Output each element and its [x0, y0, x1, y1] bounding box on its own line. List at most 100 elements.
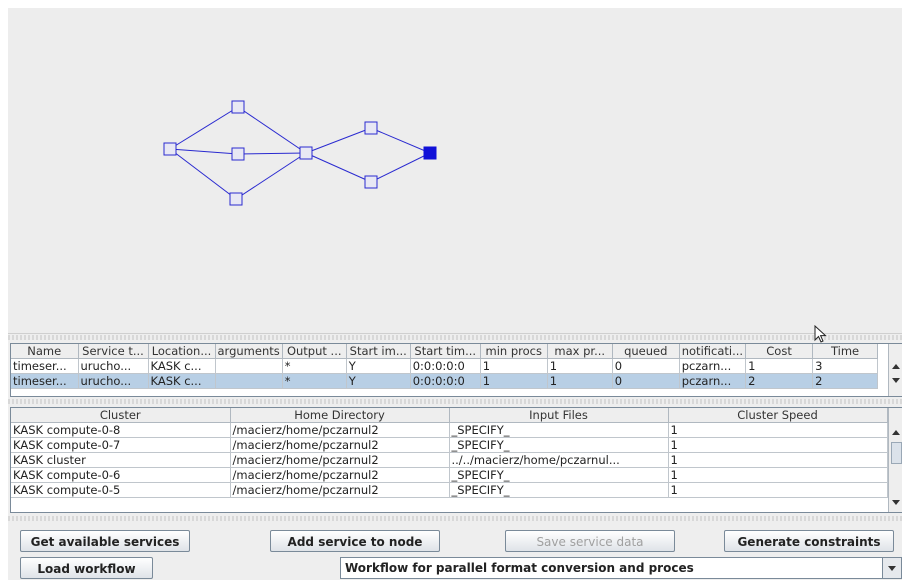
column-header[interactable]: Home Directory [230, 408, 450, 423]
workflow-node-start[interactable] [163, 142, 177, 156]
table-cell[interactable]: Y [346, 373, 411, 389]
table-cell[interactable]: 0:0:0:0:0 [410, 373, 481, 389]
workflow-node-merge[interactable] [299, 146, 313, 160]
table-cell[interactable]: 2 [745, 373, 814, 389]
table-cell[interactable]: 0 [612, 358, 680, 374]
workflow-select-value: Workflow for parallel format conversion … [345, 561, 694, 575]
table-cell[interactable]: pczarn... [679, 373, 747, 389]
table-cell[interactable]: 1 [480, 373, 548, 389]
workflow-select[interactable]: Workflow for parallel format conversion … [340, 557, 902, 579]
splitter-handle[interactable] [8, 335, 902, 340]
workflow-graph-canvas[interactable] [8, 8, 902, 334]
splitter-handle-3[interactable] [8, 516, 902, 521]
column-header[interactable]: queued [612, 344, 680, 359]
table-cell[interactable]: _SPECIFY_ [449, 467, 669, 483]
column-header[interactable]: max pr... [547, 344, 613, 359]
services-scrollbar[interactable] [888, 344, 902, 396]
table-cell[interactable]: 0 [612, 373, 680, 389]
generate-constraints-button[interactable]: Generate constraints [724, 530, 894, 552]
column-header[interactable]: Start tim... [410, 344, 481, 359]
table-cell[interactable]: 1 [668, 437, 888, 453]
column-header[interactable]: notificati... [679, 344, 747, 359]
table-cell[interactable]: 1 [668, 422, 888, 438]
table-cell[interactable]: KASK c... [148, 373, 216, 389]
save-service-data-button[interactable]: Save service data [505, 530, 675, 552]
column-header[interactable]: Service t... [78, 344, 149, 359]
table-cell[interactable]: * [282, 373, 347, 389]
table-row[interactable]: timeser... urucho... KASK c... * Y 0:0:0:0:0 1… [11, 358, 879, 374]
get-available-services-button[interactable]: Get available services [20, 530, 190, 552]
table-cell[interactable]: /macierz/home/pczarnul2 [230, 452, 450, 468]
workflow-node-branch-upper[interactable] [364, 121, 378, 135]
chevron-down-icon[interactable] [882, 558, 901, 578]
scroll-thumb[interactable] [891, 442, 902, 464]
load-workflow-button[interactable]: Load workflow [20, 557, 153, 579]
table-row[interactable]: KASK cluster/macierz/home/pczarnul2 ../..… [11, 452, 888, 468]
add-service-to-node-button[interactable]: Add service to node [270, 530, 440, 552]
column-header[interactable]: Time [812, 344, 879, 359]
table-cell[interactable]: pczarn... [679, 358, 747, 374]
table-cell[interactable]: timeser... [11, 373, 79, 389]
table-cell[interactable]: 1 [547, 358, 613, 374]
workflow-node-middle[interactable] [231, 147, 245, 161]
table-cell[interactable]: 2 [812, 373, 879, 389]
table-cell[interactable]: ../../macierz/home/pczarnul... [449, 452, 669, 468]
column-header[interactable]: Cluster Speed [668, 408, 888, 423]
workflow-node-lower[interactable] [229, 192, 243, 206]
table-cell[interactable]: Y [346, 358, 411, 374]
table-cell[interactable]: urucho... [78, 373, 149, 389]
table-cell[interactable]: 1 [480, 358, 548, 374]
table-cell[interactable]: timeser... [11, 358, 79, 374]
workflow-node-upper[interactable] [231, 100, 245, 114]
scroll-up-icon[interactable] [892, 364, 900, 369]
column-header[interactable]: Cluster [11, 408, 231, 423]
column-header[interactable]: min procs [480, 344, 548, 359]
table-row[interactable]: KASK compute-0-7/macierz/home/pczarnul2 _… [11, 437, 888, 453]
clusters-scrollbar[interactable] [888, 408, 902, 512]
table-row[interactable]: KASK compute-0-5/macierz/home/pczarnul2 _… [11, 482, 888, 498]
table-cell[interactable]: KASK compute-0-8 [11, 422, 231, 438]
table-cell[interactable]: /macierz/home/pczarnul2 [230, 437, 450, 453]
column-header[interactable]: Name [11, 344, 79, 359]
table-cell[interactable]: 1 [547, 373, 613, 389]
table-cell[interactable]: KASK compute-0-7 [11, 437, 231, 453]
workflow-node-end[interactable] [423, 146, 437, 160]
column-header[interactable]: Cost [745, 344, 814, 359]
table-cell[interactable] [215, 358, 283, 374]
table-cell[interactable]: 1 [668, 482, 888, 498]
scroll-up-icon[interactable] [892, 430, 900, 435]
table-cell[interactable]: 3 [812, 358, 879, 374]
table-cell[interactable]: /macierz/home/pczarnul2 [230, 422, 450, 438]
table-cell[interactable]: KASK compute-0-5 [11, 482, 231, 498]
table-cell[interactable] [215, 373, 283, 389]
column-header[interactable]: Location... [148, 344, 216, 359]
table-cell[interactable]: 1 [668, 452, 888, 468]
splitter-handle-2[interactable] [8, 399, 902, 404]
services-table-grid: Name Service t... Location... arguments Outp… [11, 344, 879, 389]
table-cell[interactable]: * [282, 358, 347, 374]
table-cell[interactable]: KASK cluster [11, 452, 231, 468]
workflow-node-branch-lower[interactable] [364, 175, 378, 189]
scroll-down-icon[interactable] [892, 500, 900, 505]
table-cell[interactable]: 1 [668, 467, 888, 483]
table-row[interactable]: KASK compute-0-8/macierz/home/pczarnul2 _… [11, 422, 888, 438]
services-header-row: Name Service t... Location... arguments Outp… [11, 344, 879, 359]
column-header[interactable]: Output ... [282, 344, 347, 359]
scroll-down-icon[interactable] [892, 378, 900, 383]
table-cell[interactable]: _SPECIFY_ [449, 482, 669, 498]
column-header[interactable]: Input Files [449, 408, 669, 423]
column-header[interactable]: arguments [215, 344, 283, 359]
table-cell[interactable]: /macierz/home/pczarnul2 [230, 467, 450, 483]
table-cell[interactable]: _SPECIFY_ [449, 437, 669, 453]
table-cell[interactable]: 0:0:0:0:0 [410, 358, 481, 374]
table-cell[interactable]: 1 [745, 358, 814, 374]
table-row[interactable]: timeser... urucho... KASK c... * Y 0:0:0:0:0 1… [11, 373, 879, 389]
table-cell[interactable]: urucho... [78, 358, 149, 374]
column-header[interactable]: Start im... [346, 344, 411, 359]
table-row[interactable]: KASK compute-0-6/macierz/home/pczarnul2 _… [11, 467, 888, 483]
table-cell[interactable]: KASK compute-0-6 [11, 467, 231, 483]
table-cell[interactable]: _SPECIFY_ [449, 422, 669, 438]
services-table: Name Service t... Location... arguments Outp… [10, 343, 902, 397]
table-cell[interactable]: /macierz/home/pczarnul2 [230, 482, 450, 498]
table-cell[interactable]: KASK c... [148, 358, 216, 374]
